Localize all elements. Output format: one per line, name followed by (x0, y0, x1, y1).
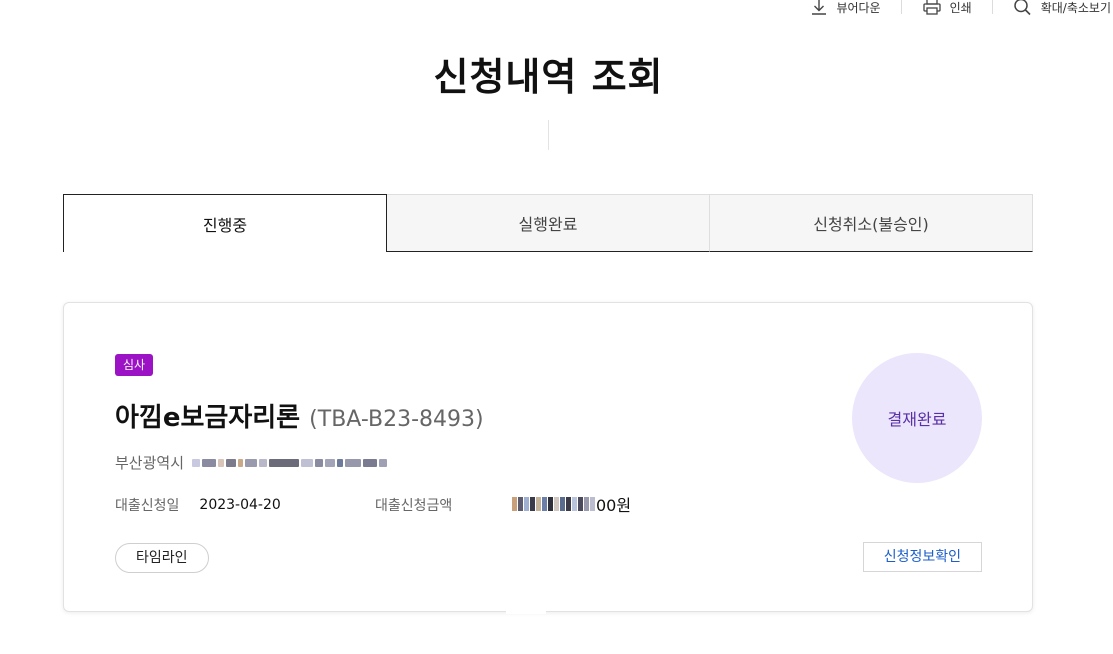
loan-amount-suffix: 00원 (596, 496, 632, 515)
product-code: (TBA-B23-8493) (309, 407, 484, 432)
loan-date-value: 2023-04-20 (199, 497, 281, 513)
zoom-label: 확대/축소보기 (1040, 0, 1111, 15)
address-city: 부산광역시 (115, 454, 185, 472)
viewer-download-label: 뷰어다운 (836, 0, 881, 15)
download-icon (810, 0, 828, 16)
redacted-address (192, 458, 388, 467)
timeline-button[interactable]: 타임라인 (115, 543, 209, 573)
status-tabs: 진행중 실행완료 신청취소(불승인) (63, 194, 1033, 252)
print-button[interactable]: 인쇄 (902, 0, 992, 16)
product-title: 아낌e보금자리론 (TBA-B23-8493) (115, 397, 484, 434)
utility-bar: 뷰어다운 인쇄 확대/축소보기 (790, 0, 1113, 18)
loan-amount-value: 00원 (512, 492, 631, 516)
loan-date-label: 대출신청일 (115, 498, 180, 514)
page-title: 신청내역 조회 (433, 55, 664, 99)
loan-date-row: 대출신청일 2023-04-20 (115, 495, 281, 515)
tab-in-progress[interactable]: 진행중 (63, 194, 387, 252)
product-name: 아낌e보금자리론 (115, 403, 301, 433)
tab-completed[interactable]: 실행완료 (387, 194, 710, 252)
status-badge: 심사 (115, 354, 154, 376)
redacted-amount (512, 497, 595, 511)
printer-icon (922, 0, 942, 16)
page: 뷰어다운 인쇄 확대/축소보기 신청내역 조회 진행중 실행완료 신청취소(불승… (0, 0, 1113, 654)
tab-cancelled[interactable]: 신청취소(불승인) (710, 194, 1033, 252)
print-label: 인쇄 (949, 0, 972, 15)
zoom-button[interactable]: 확대/축소보기 (993, 0, 1113, 16)
loan-amount-label: 대출신청금액 (375, 498, 453, 514)
payment-status-label: 결재완료 (887, 410, 947, 429)
application-info-button[interactable]: 신청정보확인 (862, 542, 982, 572)
magnifier-icon (1013, 0, 1033, 16)
scroll-indicator (506, 608, 546, 614)
payment-status-circle: 결재완료 (852, 353, 982, 483)
viewer-download-button[interactable]: 뷰어다운 (790, 0, 900, 16)
application-card: 심사 아낌e보금자리론 (TBA-B23-8493) 부산광역시 대출신청일 2… (63, 302, 1033, 612)
address: 부산광역시 (115, 452, 388, 473)
divider (548, 120, 549, 150)
